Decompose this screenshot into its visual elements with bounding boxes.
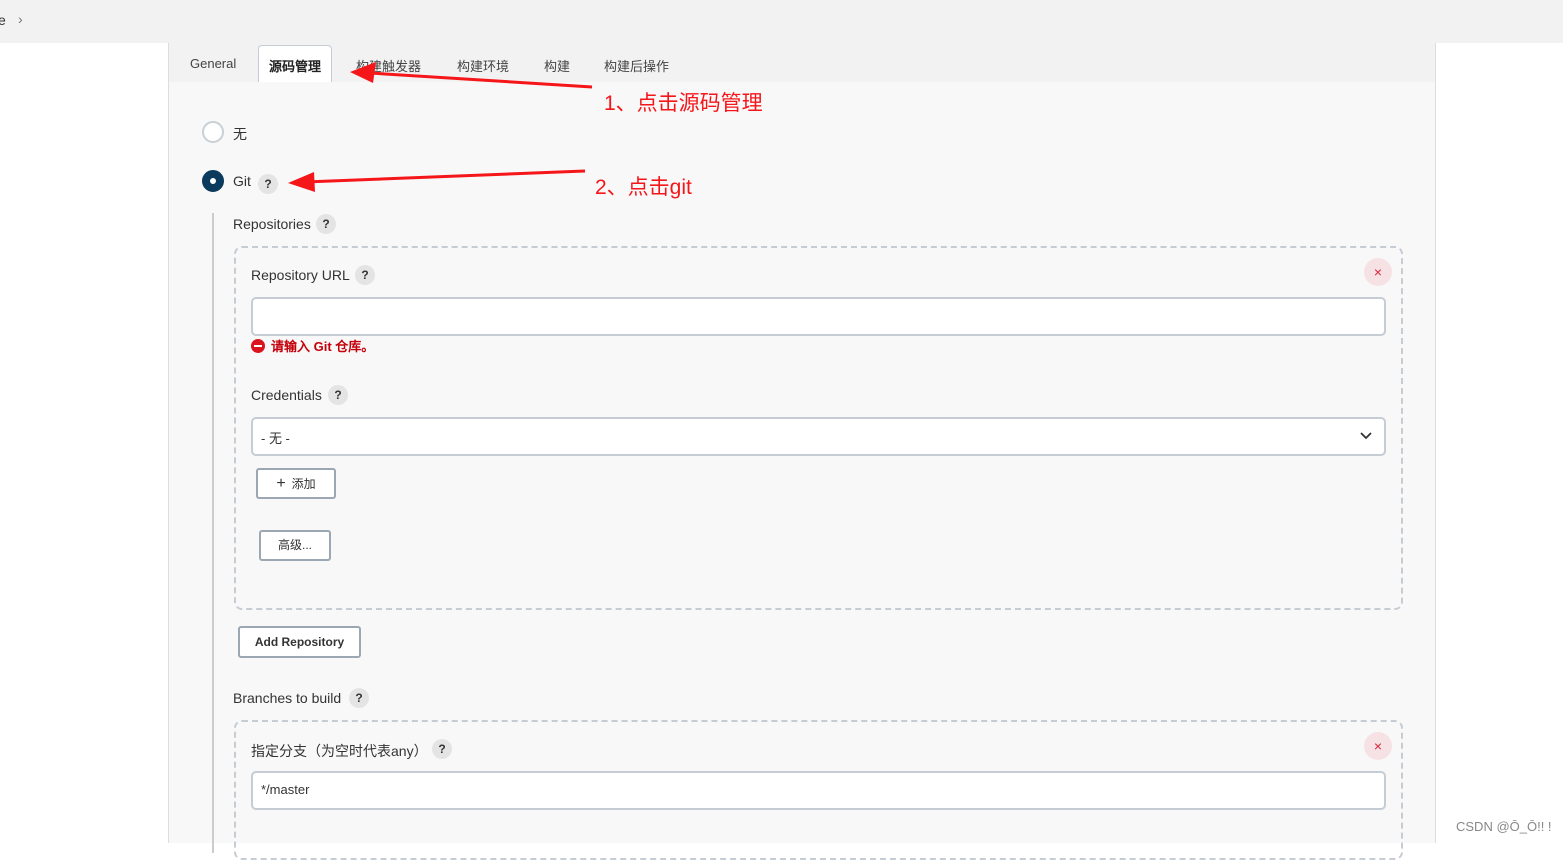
annotation-arrows	[288, 62, 593, 192]
annotation-step1: 1、点击源码管理	[604, 92, 763, 115]
arrow-2	[288, 169, 586, 192]
annotation-step2: 2、点击git	[595, 176, 692, 199]
arrow-1	[350, 62, 593, 89]
watermark: CSDN @Ō_Ō!! !	[1456, 819, 1552, 834]
